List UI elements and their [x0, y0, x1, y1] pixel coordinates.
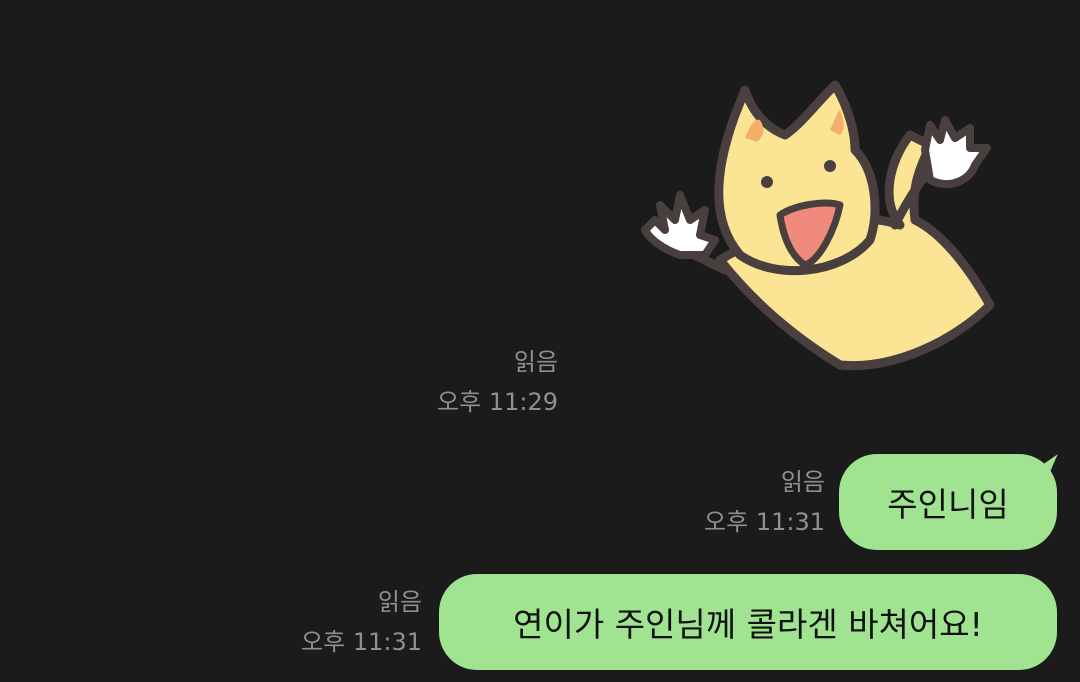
read-status: 읽음	[377, 588, 422, 616]
message-time: 오후 11:31	[301, 628, 422, 656]
message-bubble[interactable]: 연이가 주인님께 콜라겐 바쳐어요!	[439, 574, 1057, 670]
chat-area: 읽음 오후 11:29 읽음 오후 11:31 주인니임 읽음 오후 11:31…	[0, 0, 1080, 682]
message-text: 주인니임	[887, 485, 1009, 524]
message-meta: 읽음 오후 11:31	[704, 462, 825, 542]
waving-cat-sticker-icon	[641, 80, 995, 371]
message-text: 연이가 주인님께 콜라겐 바쳐어요!	[513, 605, 983, 644]
message-bubble[interactable]: 주인니임	[839, 454, 1057, 550]
message-time: 오후 11:29	[437, 388, 558, 416]
read-status: 읽음	[513, 348, 558, 376]
sticker-meta: 읽음 오후 11:29	[437, 342, 558, 422]
message-time: 오후 11:31	[704, 508, 825, 536]
read-status: 읽음	[780, 468, 825, 496]
cat-sticker[interactable]	[625, 70, 1005, 375]
message-meta: 읽음 오후 11:31	[301, 582, 422, 662]
